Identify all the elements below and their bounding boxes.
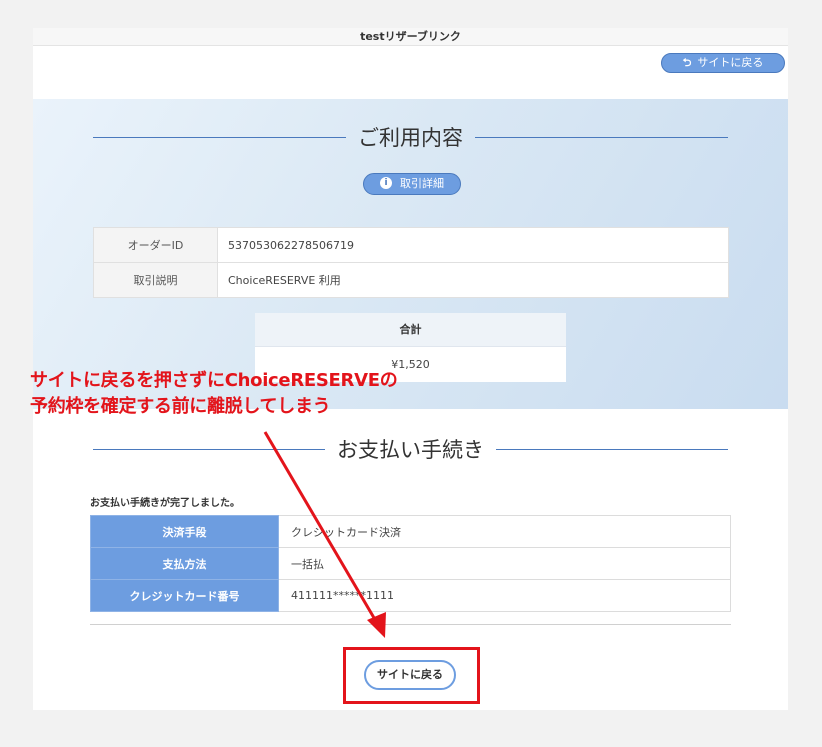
payment-method-value: クレジットカード決済 <box>278 515 731 548</box>
heading-line-right <box>496 448 728 450</box>
payment-type-value: 一括払 <box>278 547 731 580</box>
detail-button-label: 取引詳細 <box>400 177 444 190</box>
heading-line-left <box>93 136 346 138</box>
order-id-label: オーダーID <box>93 227 218 263</box>
payment-type-label: 支払方法 <box>90 547 279 580</box>
payment-heading-text: お支払い手続き <box>337 438 484 462</box>
table-row: 支払方法 一括払 <box>90 547 731 580</box>
order-table: オーダーID 537053062278506719 取引説明 ChoiceRES… <box>93 227 729 298</box>
window-title: testリザーブリンク <box>33 28 788 46</box>
back-to-site-top-button[interactable]: ⮌ サイトに戻る <box>661 53 785 73</box>
table-row: 取引説明 ChoiceRESERVE 利用 <box>93 262 729 298</box>
card-number-label: クレジットカード番号 <box>90 579 279 612</box>
total-label: 合計 <box>255 313 566 347</box>
card-number-value: 411111******1111 <box>278 579 731 612</box>
highlight-box <box>343 647 480 704</box>
back-top-label: サイトに戻る <box>697 56 764 69</box>
payment-heading: お支払い手続き <box>93 434 728 464</box>
payment-table: 決済手段 クレジットカード決済 支払方法 一括払 クレジットカード番号 4111… <box>90 515 731 612</box>
info-icon: i <box>380 177 392 189</box>
description-label: 取引説明 <box>93 262 218 298</box>
return-arrow-icon: ⮌ <box>682 56 692 69</box>
heading-line-left <box>93 448 325 450</box>
table-row: オーダーID 537053062278506719 <box>93 227 729 263</box>
annotation-text: サイトに戻るを押さずにChoiceRESERVEの 予約枠を確定する前に離脱して… <box>30 368 398 420</box>
table-row: 決済手段 クレジットカード決済 <box>90 515 731 548</box>
description-value: ChoiceRESERVE 利用 <box>217 262 729 298</box>
transaction-detail-button[interactable]: i 取引詳細 <box>363 173 461 195</box>
bottom-divider <box>90 624 731 625</box>
payment-complete-message: お支払い手続きが完了しました。 <box>90 498 240 509</box>
annotation-line-1: サイトに戻るを押さずにChoiceRESERVEの <box>30 370 398 391</box>
order-id-value: 537053062278506719 <box>217 227 729 263</box>
usage-heading-text: ご利用内容 <box>358 126 463 150</box>
heading-line-right <box>475 136 728 138</box>
payment-method-label: 決済手段 <box>90 515 279 548</box>
table-row: クレジットカード番号 411111******1111 <box>90 579 731 612</box>
usage-heading: ご利用内容 <box>93 122 728 152</box>
annotation-line-2: 予約枠を確定する前に離脱してしまう <box>30 396 331 417</box>
